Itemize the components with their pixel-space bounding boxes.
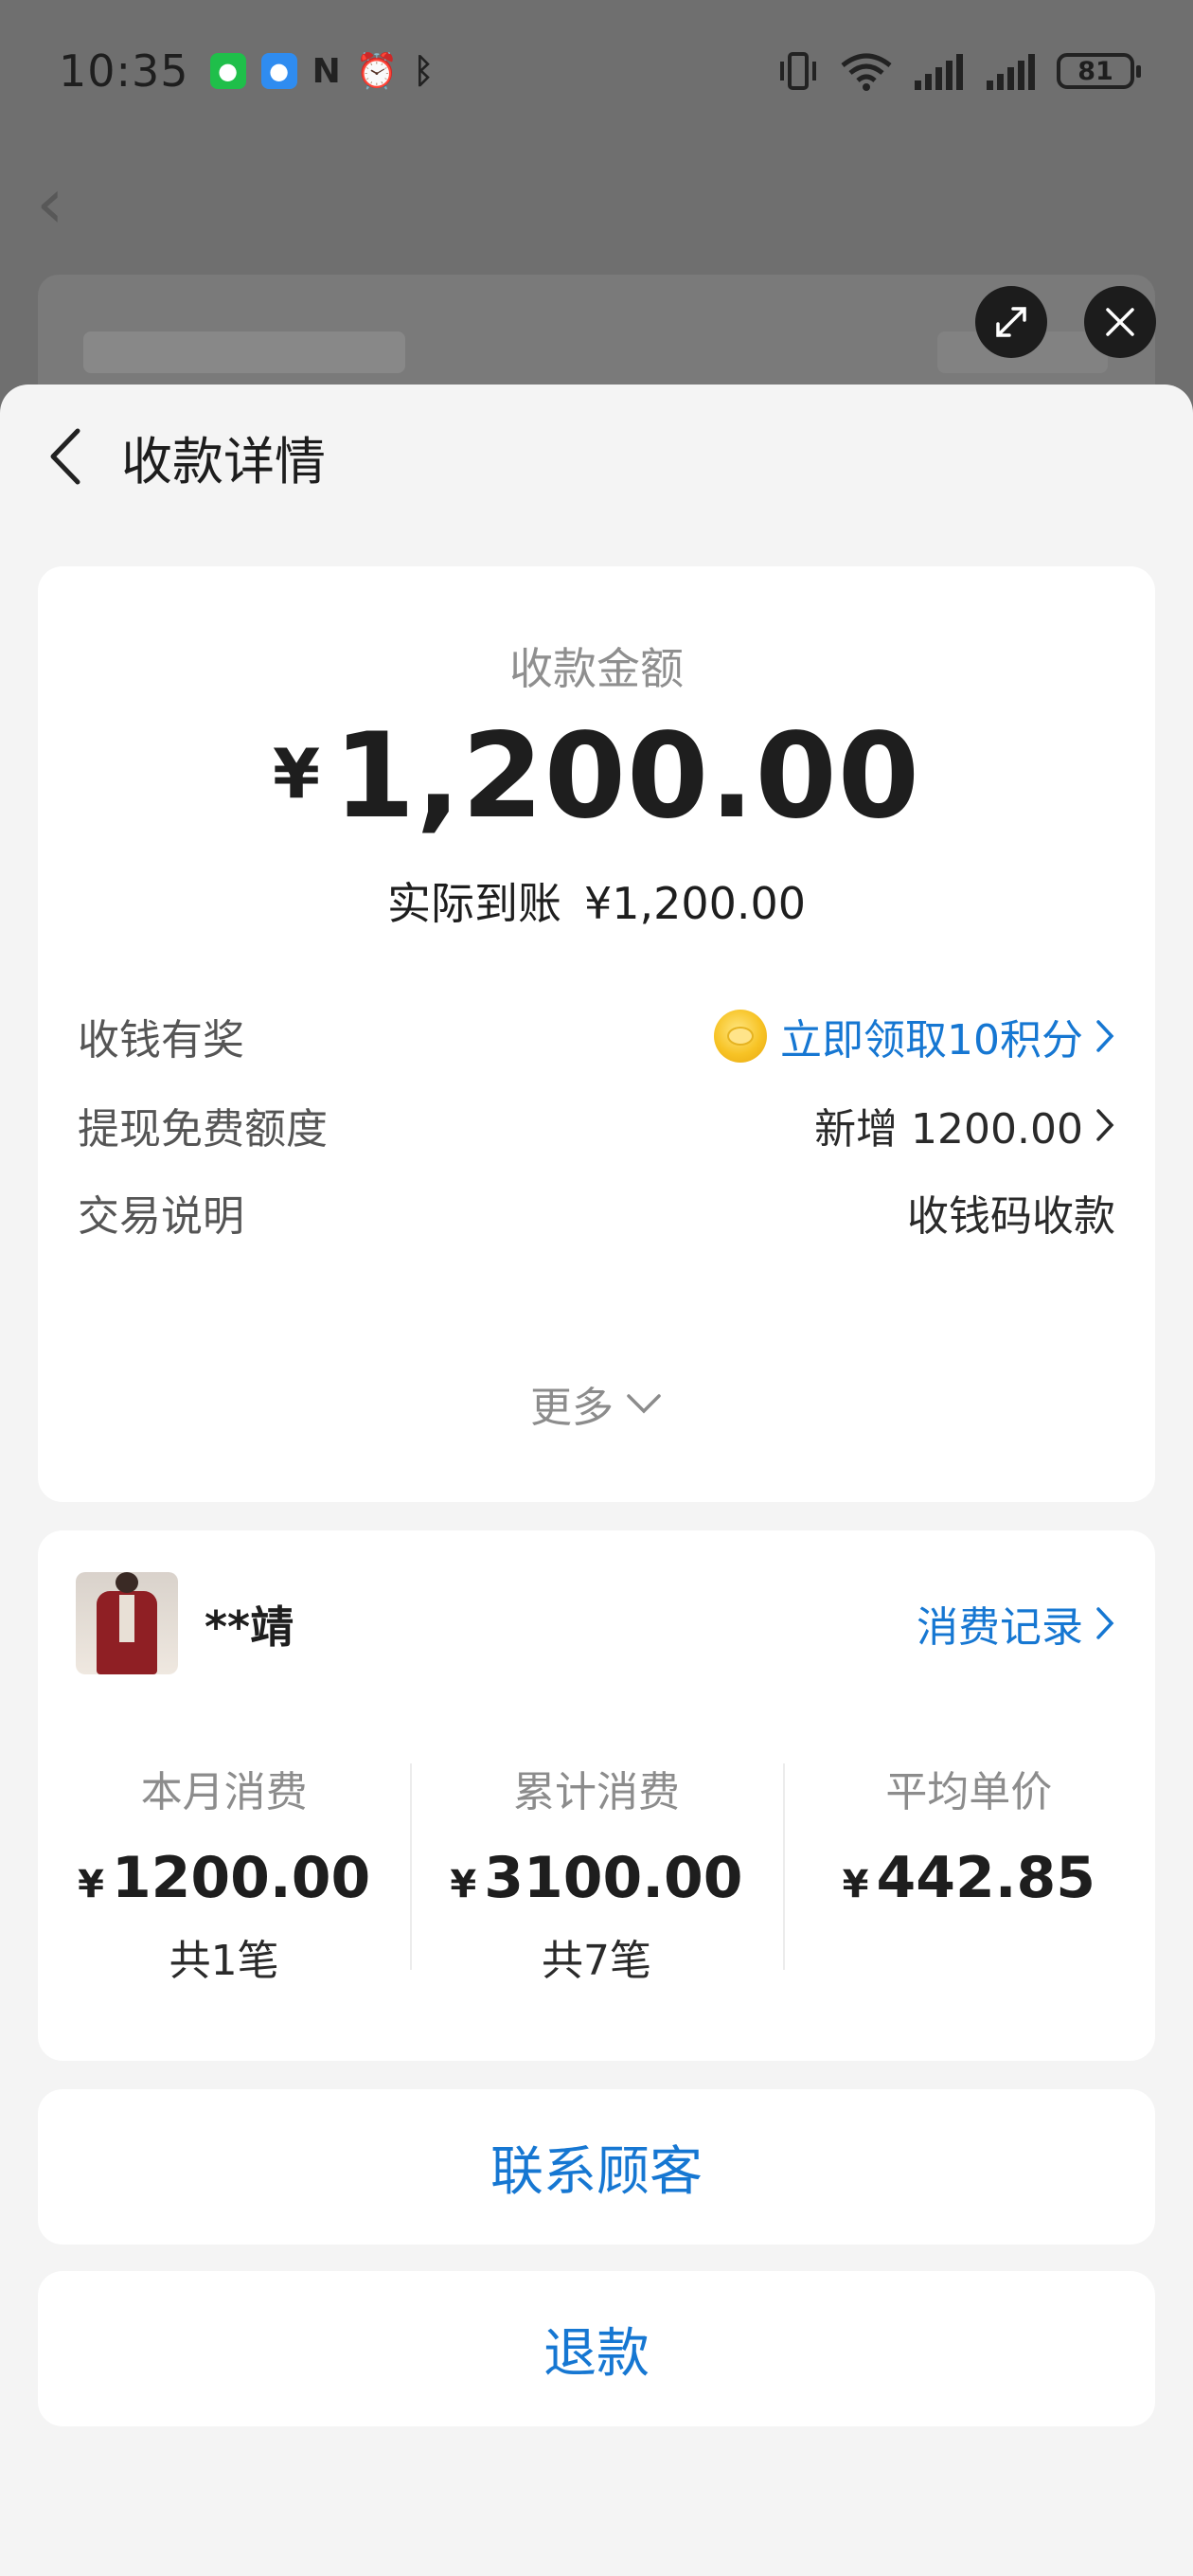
transaction-note-row: 交易说明 收钱码收款 <box>78 1174 1115 1250</box>
background-placeholder <box>83 331 405 373</box>
currency-symbol: ¥ <box>273 734 321 814</box>
signal-icon <box>987 54 1035 90</box>
currency-symbol: ¥ <box>450 1863 477 1906</box>
currency-symbol: ¥ <box>842 1863 869 1906</box>
stat-value: ¥1200.00 <box>38 1845 410 1911</box>
status-notification-icons: ● ● N ⏰ ᛒ <box>209 51 435 91</box>
wechat-icon: ● <box>209 53 246 89</box>
stat-count: 共1笔 <box>169 1937 279 1985</box>
contact-customer-label: 联系顾客 <box>490 2140 703 2203</box>
reward-link-text: 立即领取10积分 <box>780 1016 1083 1064</box>
stat-number: 3100.00 <box>484 1845 743 1911</box>
consumption-records-link[interactable]: 消费记录 <box>917 1593 1115 1654</box>
message-icon: ● <box>260 53 297 89</box>
actual-received-row: 实际到账 ¥1,200.00 <box>38 869 1155 932</box>
bluetooth-icon: ᛒ <box>413 51 435 91</box>
stat-value: ¥442.85 <box>783 1845 1155 1911</box>
wifi-icon <box>841 53 892 91</box>
more-label: 更多 <box>530 1384 614 1432</box>
customer-card: **靖 消费记录 本月消费 ¥1200.00 共1笔 累计消费 ¥3100.00… <box>38 1530 1155 2061</box>
page-title: 收款详情 <box>121 431 326 492</box>
background-back-icon: ‹ <box>36 163 64 244</box>
withdraw-quota-label: 提现免费额度 <box>78 1105 328 1154</box>
transaction-note-label: 交易说明 <box>78 1192 244 1241</box>
expand-icon <box>996 307 1026 337</box>
contact-customer-button[interactable]: 联系顾客 <box>38 2089 1155 2245</box>
status-system-icons: 81 <box>776 50 1141 92</box>
withdraw-quota-value[interactable]: 新增 1200.00 <box>814 1095 1115 1155</box>
actual-received-label: 实际到账 <box>386 878 561 929</box>
close-icon <box>1106 308 1134 336</box>
refund-label: 退款 <box>543 2322 650 2385</box>
vibrate-icon <box>780 52 816 90</box>
stat-label: 本月消费 <box>140 1768 308 1816</box>
battery-indicator: 81 <box>1057 53 1141 89</box>
stat-monthly: 本月消费 ¥1200.00 共1笔 <box>38 1758 410 1987</box>
close-button[interactable] <box>1084 286 1156 358</box>
reward-row[interactable]: 收钱有奖 立即领取10积分 <box>78 998 1115 1074</box>
stat-label: 累计消费 <box>512 1768 680 1816</box>
status-bar: 10:35 ● ● N ⏰ ᛒ 81 <box>0 0 1193 142</box>
signal-icon <box>915 54 963 90</box>
reward-link[interactable]: 立即领取10积分 <box>714 1006 1115 1066</box>
coin-icon <box>714 1010 767 1063</box>
customer-name: **靖 <box>205 1601 294 1653</box>
amount-number: 1,200.00 <box>333 708 920 845</box>
stat-average: 平均单价 ¥442.85 <box>782 1758 1155 1987</box>
transaction-note-value: 收钱码收款 <box>907 1192 1115 1241</box>
expand-button[interactable] <box>975 286 1047 358</box>
amount-card: 收款金额 ¥1,200.00 实际到账 ¥1,200.00 收钱有奖 立即领取10… <box>38 566 1155 1502</box>
withdraw-quota-row[interactable]: 提现免费额度 新增 1200.00 <box>78 1087 1115 1163</box>
stat-total: 累计消费 ¥3100.00 共7笔 <box>410 1758 782 1987</box>
chevron-down-icon <box>627 1394 661 1414</box>
avatar[interactable] <box>76 1572 178 1674</box>
chevron-left-icon <box>50 428 80 485</box>
battery-level: 81 <box>1077 56 1113 86</box>
status-time: 10:35 <box>59 45 189 97</box>
chevron-right-icon <box>1095 1107 1115 1143</box>
refund-button[interactable]: 退款 <box>38 2271 1155 2426</box>
more-toggle[interactable]: 更多 <box>38 1373 1155 1434</box>
sheet-header: 收款详情 <box>0 385 1193 528</box>
stat-number: 1200.00 <box>111 1845 371 1911</box>
nfc-icon: N <box>312 51 341 91</box>
stat-count: 共7笔 <box>541 1937 651 1985</box>
stat-value: ¥3100.00 <box>410 1845 782 1911</box>
actual-received-value: ¥1,200.00 <box>583 878 807 929</box>
amount-label: 收款金额 <box>509 643 684 694</box>
payment-detail-sheet: 收款详情 收款金额 ¥1,200.00 实际到账 ¥1,200.00 收钱有奖 立… <box>0 385 1193 2576</box>
amount-value: ¥1,200.00 <box>38 708 1155 845</box>
back-button[interactable] <box>36 419 93 494</box>
customer-stats: 本月消费 ¥1200.00 共1笔 累计消费 ¥3100.00 共7笔 平均单价… <box>38 1758 1155 1987</box>
stat-label: 平均单价 <box>885 1768 1053 1816</box>
consumption-records-label: 消费记录 <box>917 1603 1083 1652</box>
currency-symbol: ¥ <box>78 1863 104 1906</box>
alarm-icon: ⏰ <box>355 52 399 91</box>
reward-label: 收钱有奖 <box>78 1016 244 1064</box>
chevron-right-icon <box>1095 1605 1115 1641</box>
withdraw-quota-text: 新增 1200.00 <box>814 1105 1083 1154</box>
chevron-right-icon <box>1095 1018 1115 1054</box>
stat-number: 442.85 <box>876 1845 1096 1911</box>
